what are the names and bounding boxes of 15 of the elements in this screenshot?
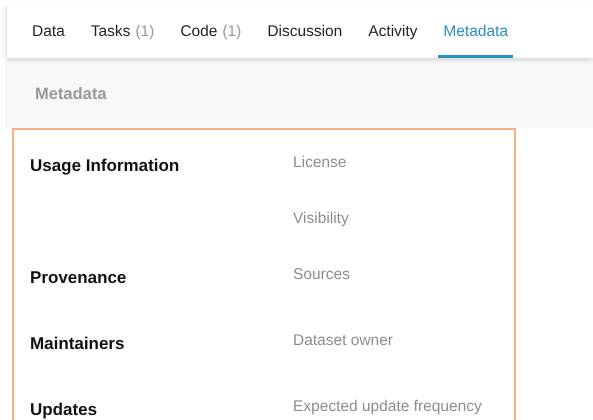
field-label: Dataset owner — [293, 331, 393, 351]
section-title: Updates — [30, 399, 98, 420]
tab[interactable]: Discussion — [262, 6, 348, 58]
section-title: Provenance — [30, 267, 128, 289]
tab[interactable]: Data — [27, 6, 70, 58]
field-label: Expected update frequency — [293, 397, 482, 417]
field-label: License — [293, 153, 346, 173]
section-title: Maintainers — [30, 333, 126, 355]
panel-title: Metadata — [35, 84, 107, 104]
tab[interactable]: Code (1) — [175, 6, 246, 58]
tab[interactable]: Activity — [363, 6, 422, 58]
section-title: Usage Information — [30, 155, 180, 177]
field-label: Sources — [293, 265, 350, 285]
tab[interactable]: Tasks (1) — [86, 6, 160, 58]
field-label: Visibility — [293, 209, 349, 229]
